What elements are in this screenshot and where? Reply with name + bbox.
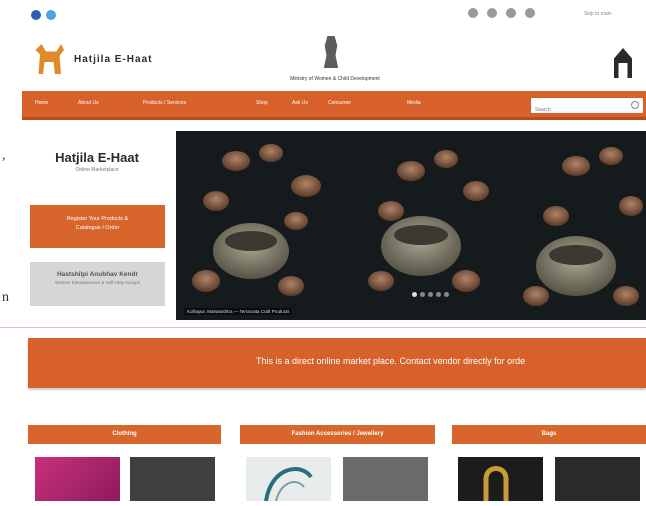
- nav-item-home[interactable]: Home: [35, 100, 48, 106]
- nav-item-about[interactable]: About Us: [78, 100, 99, 106]
- register-line-2: Catalogue / Order: [75, 225, 120, 231]
- facebook-icon[interactable]: [31, 10, 41, 20]
- slider-image: [176, 131, 646, 320]
- skip-link[interactable]: Skip to main: [584, 11, 612, 17]
- product-thumbnail[interactable]: [246, 457, 331, 502]
- grey-button-subtitle: Women Entrepreneurs & Self Help Groups: [55, 280, 140, 285]
- partner-logo-icon: [614, 48, 632, 78]
- search-box[interactable]: [531, 98, 643, 118]
- anubhav-kendr-button[interactable]: Hastshilpi Anubhav Kendr Women Entrepren…: [30, 262, 165, 306]
- font-size-icon[interactable]: [487, 8, 497, 18]
- slider-caption: Kolhapur, Maharashtra — Terracotta Craft…: [184, 308, 293, 315]
- top-utility-bar: Skip to main: [0, 0, 646, 30]
- site-name[interactable]: Hatjila E-Haat: [74, 54, 152, 65]
- slider-dots: [412, 292, 449, 297]
- search-input[interactable]: [531, 102, 631, 118]
- register-products-button[interactable]: Register Your Products & Catalogue / Ord…: [30, 205, 165, 248]
- product-thumbnail[interactable]: [555, 457, 640, 501]
- product-thumbnail[interactable]: [130, 457, 215, 501]
- info-banner: This is a direct online market place. Co…: [28, 338, 646, 388]
- slider-dot[interactable]: [420, 292, 425, 297]
- search-icon[interactable]: [631, 101, 639, 109]
- category-fashion-accessories[interactable]: Fashion Accessories / Jewellery: [240, 425, 435, 444]
- site-header: Hatjila E-Haat Ministry of Women & Child…: [22, 28, 646, 90]
- nav-item-shop[interactable]: Shop: [256, 100, 268, 106]
- sidebar-subtitle: Online Marketplace: [75, 167, 119, 173]
- product-thumbnail[interactable]: [458, 457, 543, 501]
- sidebar-title: Hatjila E-Haat: [55, 150, 139, 165]
- info-banner-text: This is a direct online market place. Co…: [256, 356, 526, 366]
- camel-logo-icon[interactable]: [35, 44, 64, 74]
- necklace-image: [264, 467, 313, 502]
- nav-item-products[interactable]: Products / Services: [143, 100, 186, 106]
- slider-dot[interactable]: [428, 292, 433, 297]
- language-icon[interactable]: [525, 8, 535, 18]
- section-divider: [0, 327, 646, 328]
- contrast-icon[interactable]: [506, 8, 516, 18]
- bag-image: [483, 466, 509, 501]
- category-clothing[interactable]: Clothing: [28, 425, 221, 444]
- product-thumbnail[interactable]: [35, 457, 120, 501]
- margin-glyph: n: [2, 290, 9, 305]
- category-bags[interactable]: Bags: [452, 425, 646, 444]
- nav-item-media[interactable]: Media: [407, 100, 421, 106]
- twitter-icon[interactable]: [46, 10, 56, 20]
- accessibility-toolbar: [468, 8, 535, 18]
- slider-dot[interactable]: [444, 292, 449, 297]
- margin-glyph: ,: [2, 148, 6, 163]
- sidebar-title-card: Hatjila E-Haat Online Marketplace: [28, 140, 166, 195]
- grey-button-title: Hastshilpi Anubhav Kendr: [56, 271, 139, 278]
- nav-item-ask[interactable]: Ask Us: [292, 100, 308, 106]
- register-line-1: Register Your Products &: [66, 216, 129, 222]
- national-emblem-icon: [323, 36, 339, 68]
- product-thumbnail[interactable]: [343, 457, 428, 501]
- nav-item-consumer[interactable]: Consumer: [328, 100, 351, 106]
- hero-slider[interactable]: Kolhapur, Maharashtra — Terracotta Craft…: [176, 131, 646, 320]
- accessibility-icon[interactable]: [468, 8, 478, 18]
- slider-dot[interactable]: [412, 292, 417, 297]
- slider-dot[interactable]: [436, 292, 441, 297]
- ministry-name: Ministry of Women & Child Development: [290, 76, 380, 82]
